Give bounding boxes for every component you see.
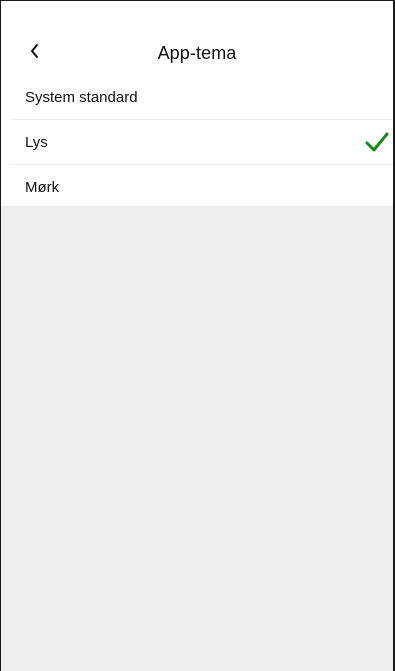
option-label: System standard (25, 88, 138, 106)
theme-option-system-default[interactable]: System standard (11, 75, 393, 119)
empty-content-area (1, 206, 393, 671)
page-title: App-tema (157, 43, 237, 63)
theme-option-light[interactable]: Lys (11, 119, 393, 164)
app-bar: App-tema (1, 31, 393, 75)
checkmark-icon (365, 132, 389, 152)
theme-option-list: System standard Lys Mørk (11, 75, 393, 209)
theme-option-dark[interactable]: Mørk (11, 164, 393, 209)
option-label: Lys (25, 133, 48, 151)
option-label: Mørk (25, 178, 60, 196)
app-frame: App-tema System standard Lys Mørk (0, 0, 395, 671)
